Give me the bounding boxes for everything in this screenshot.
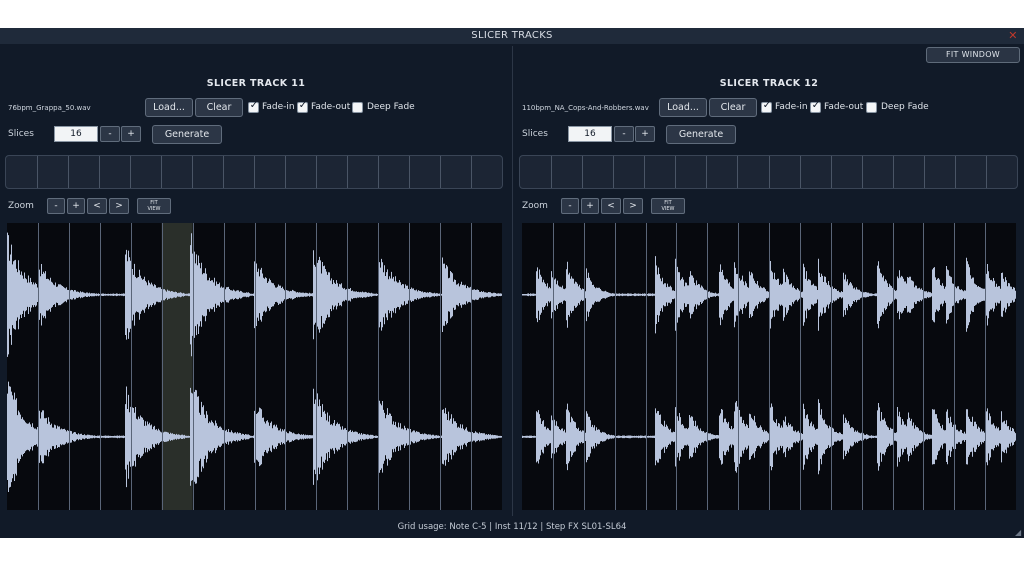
generate-button[interactable]: Generate [152,125,222,144]
check-icon: ✓ [762,100,772,111]
fade-out-checkbox[interactable]: ✓ [810,100,821,113]
slicer-tracks-window: SLICER TRACKS ✕ FIT WINDOW SLICER TRACK … [0,28,1024,538]
slice-marker-svg [551,156,987,188]
fit-view-button[interactable]: FIT VIEW [137,198,171,214]
scroll-left-button[interactable]: < [601,198,621,214]
clear-button[interactable]: Clear [709,98,757,117]
scroll-right-button[interactable]: > [109,198,129,214]
track-title: SLICER TRACK 12 [719,78,819,89]
slices-label: Slices [8,129,34,139]
waveform-svg [522,223,1016,510]
fade-out-label: Fade-out [824,102,864,112]
status-bar: Grid usage: Note C-5 | Inst 11/12 | Step… [397,522,627,532]
check-icon: ✓ [298,100,308,111]
fit-view-button[interactable]: FIT VIEW [651,198,685,214]
check-icon: ✓ [249,100,259,111]
zoom-in-button[interactable]: + [67,198,85,214]
slices-increment-button[interactable]: + [121,126,141,142]
slices-input[interactable]: 16 [54,126,98,142]
slices-increment-button[interactable]: + [635,126,655,142]
selected-slice-highlight[interactable] [161,223,193,510]
fade-in-label: Fade-in [775,102,808,112]
zoom-out-button[interactable]: - [561,198,579,214]
slice-marker-strip[interactable] [5,155,503,189]
slices-input[interactable]: 16 [568,126,612,142]
slices-label: Slices [522,129,548,139]
zoom-label: Zoom [8,201,34,211]
fade-in-checkbox[interactable]: ✓ [248,100,259,113]
fade-out-checkbox[interactable]: ✓ [297,100,308,113]
zoom-in-button[interactable]: + [581,198,599,214]
track-title: SLICER TRACK 11 [206,78,306,89]
generate-button[interactable]: Generate [666,125,736,144]
slices-decrement-button[interactable]: - [100,126,120,142]
load-button[interactable]: Load... [145,98,193,117]
scroll-left-button[interactable]: < [87,198,107,214]
deep-fade-label: Deep Fade [367,102,415,112]
zoom-out-button[interactable]: - [47,198,65,214]
check-icon: ✓ [811,100,821,111]
deep-fade-checkbox[interactable] [352,102,363,113]
fade-out-label: Fade-out [311,102,351,112]
fit-view-label-bottom: VIEW [661,206,675,212]
track-filename: 76bpm_Grappa_50.wav [8,104,91,112]
slice-marker-strip[interactable] [519,155,1018,189]
fade-in-label: Fade-in [262,102,295,112]
zoom-label: Zoom [522,201,548,211]
waveform-svg [7,223,502,510]
waveform-view[interactable] [7,223,502,510]
load-button[interactable]: Load... [659,98,707,117]
slices-decrement-button[interactable]: - [614,126,634,142]
resize-grip-icon[interactable]: ◢ [1015,529,1023,537]
waveform-view[interactable] [522,223,1016,510]
slicer-track-panel-11: SLICER TRACK 11 76bpm_Grappa_50.wav Load… [0,28,512,518]
slicer-track-panel-12: SLICER TRACK 12 110bpm_NA_Cops-And-Robbe… [513,28,1024,518]
fade-in-checkbox[interactable]: ✓ [761,100,772,113]
scroll-right-button[interactable]: > [623,198,643,214]
track-filename: 110bpm_NA_Cops-And-Robbers.wav [522,104,649,112]
clear-button[interactable]: Clear [195,98,243,117]
fit-view-label-bottom: VIEW [147,206,161,212]
slice-marker-svg [37,156,472,188]
deep-fade-checkbox[interactable] [866,102,877,113]
deep-fade-label: Deep Fade [881,102,929,112]
